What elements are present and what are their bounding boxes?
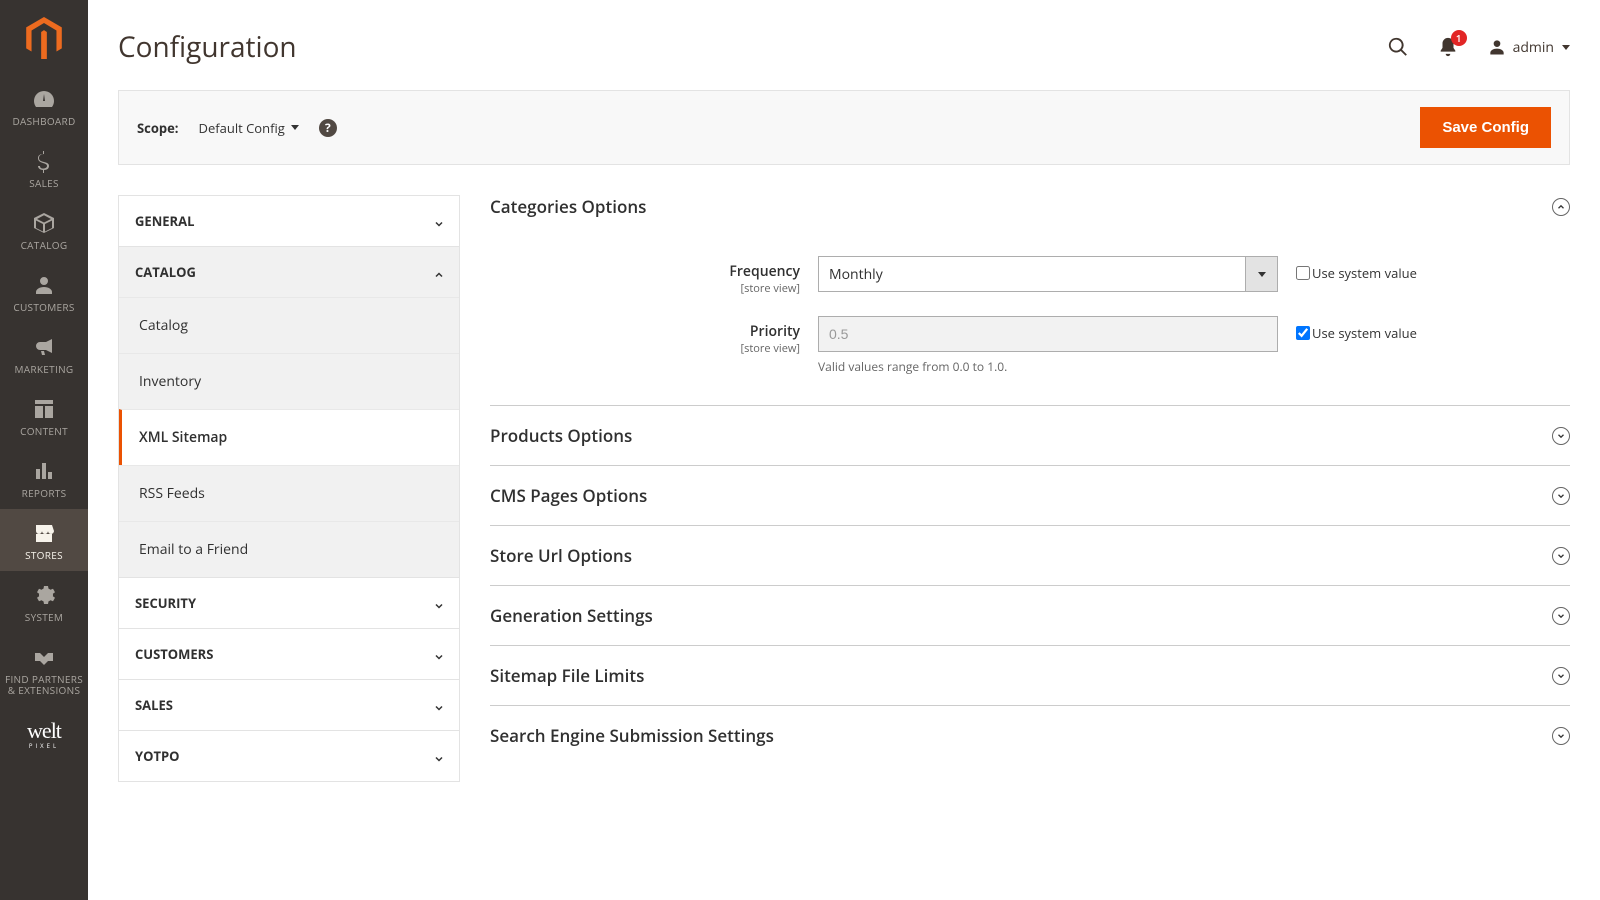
section-store-url-options[interactable]: Store Url Options — [490, 526, 1570, 586]
config-item-xml-sitemap[interactable]: XML Sitemap — [119, 409, 459, 465]
config-group-customers[interactable]: CUSTOMERS — [119, 628, 459, 679]
expand-down-icon — [1552, 547, 1570, 565]
nav-marketing[interactable]: MARKETING — [0, 323, 88, 385]
page-header: Configuration 1 admin — [88, 0, 1600, 66]
frequency-select[interactable]: Monthly — [818, 256, 1278, 292]
expand-down-icon — [1552, 487, 1570, 505]
priority-use-system-checkbox[interactable] — [1296, 326, 1310, 340]
section-search-engine-submission[interactable]: Search Engine Submission Settings — [490, 706, 1570, 765]
config-nav: GENERAL CATALOG Catalog Inventory XML Si… — [118, 195, 460, 782]
chevron-down-icon — [433, 700, 443, 710]
chevron-up-icon — [433, 267, 443, 277]
dollar-icon — [32, 147, 56, 175]
weltpixel-logo[interactable]: welt PIXEL — [0, 706, 88, 762]
config-group-general[interactable]: GENERAL — [119, 196, 459, 246]
collapse-up-icon — [1552, 198, 1570, 216]
config-item-email-friend[interactable]: Email to a Friend — [119, 521, 459, 577]
handshake-icon — [32, 643, 56, 671]
config-group-sales[interactable]: SALES — [119, 679, 459, 730]
header-actions: 1 admin — [1387, 36, 1570, 58]
nav-content[interactable]: CONTENT — [0, 385, 88, 447]
scope-dropdown[interactable]: Default Config — [199, 119, 299, 137]
toolbar: Scope: Default Config ? Save Config — [118, 90, 1570, 165]
frequency-use-system[interactable]: Use system value — [1296, 256, 1417, 282]
config-group-yotpo[interactable]: YOTPO — [119, 730, 459, 781]
gear-icon — [32, 581, 56, 609]
bar-chart-icon — [32, 457, 56, 485]
notification-badge: 1 — [1451, 30, 1467, 46]
scope-selector: Scope: Default Config ? — [137, 119, 337, 137]
nav-sales[interactable]: SALES — [0, 137, 88, 199]
config-item-rss-feeds[interactable]: RSS Feeds — [119, 465, 459, 521]
caret-down-icon — [1562, 45, 1570, 50]
config-content: GENERAL CATALOG Catalog Inventory XML Si… — [118, 195, 1570, 782]
chevron-down-icon — [433, 751, 443, 761]
section-generation-settings[interactable]: Generation Settings — [490, 586, 1570, 646]
section-sitemap-file-limits[interactable]: Sitemap File Limits — [490, 646, 1570, 706]
help-tooltip[interactable]: ? — [319, 119, 337, 137]
nav-partners[interactable]: FIND PARTNERS & EXTENSIONS — [0, 633, 88, 706]
priority-input[interactable] — [818, 316, 1278, 352]
person-icon — [32, 271, 56, 299]
search-button[interactable] — [1387, 36, 1409, 58]
search-icon — [1387, 36, 1409, 58]
notifications-button[interactable]: 1 — [1437, 36, 1459, 58]
caret-down-icon — [291, 125, 299, 130]
frequency-scope: [store view] — [490, 281, 800, 296]
field-frequency: Frequency [store view] Monthly Use syste… — [490, 256, 1570, 296]
config-item-inventory[interactable]: Inventory — [119, 353, 459, 409]
nav-dashboard[interactable]: DASHBOARD — [0, 75, 88, 137]
priority-note: Valid values range from 0.0 to 1.0. — [818, 358, 1278, 375]
section-categories-options[interactable]: Categories Options — [490, 195, 1570, 236]
chevron-down-icon — [433, 216, 443, 226]
priority-scope: [store view] — [490, 341, 800, 356]
expand-down-icon — [1552, 727, 1570, 745]
frequency-label: Frequency — [490, 262, 800, 281]
expand-down-icon — [1552, 607, 1570, 625]
scope-label: Scope: — [137, 119, 179, 137]
nav-catalog[interactable]: CATALOG — [0, 199, 88, 261]
page-title: Configuration — [118, 28, 297, 66]
store-icon — [32, 519, 56, 547]
admin-sidebar: DASHBOARD SALES CATALOG CUSTOMERS MARKET… — [0, 0, 88, 900]
settings-panel: Categories Options Frequency [store view… — [490, 195, 1570, 782]
section-products-options[interactable]: Products Options — [490, 406, 1570, 466]
config-item-catalog[interactable]: Catalog — [119, 297, 459, 353]
nav-customers[interactable]: CUSTOMERS — [0, 261, 88, 323]
config-group-catalog[interactable]: CATALOG — [119, 246, 459, 297]
chevron-down-icon — [433, 649, 443, 659]
layout-icon — [32, 395, 56, 423]
expand-down-icon — [1552, 427, 1570, 445]
nav-reports[interactable]: REPORTS — [0, 447, 88, 509]
priority-label: Priority — [490, 322, 800, 341]
user-name: admin — [1513, 38, 1554, 57]
gauge-icon — [32, 85, 56, 113]
magento-logo[interactable] — [0, 0, 88, 75]
chevron-down-icon — [433, 598, 443, 608]
save-config-button[interactable]: Save Config — [1420, 107, 1551, 148]
nav-system[interactable]: SYSTEM — [0, 571, 88, 633]
main-content: Configuration 1 admin Scope: Default Con… — [88, 0, 1600, 900]
nav-stores[interactable]: STORES — [0, 509, 88, 571]
frequency-use-system-checkbox[interactable] — [1296, 266, 1310, 280]
user-menu[interactable]: admin — [1487, 37, 1570, 57]
section-cms-pages-options[interactable]: CMS Pages Options — [490, 466, 1570, 526]
priority-use-system[interactable]: Use system value — [1296, 316, 1417, 342]
megaphone-icon — [32, 333, 56, 361]
expand-down-icon — [1552, 667, 1570, 685]
user-icon — [1487, 37, 1507, 57]
config-group-security[interactable]: SECURITY — [119, 577, 459, 628]
box-icon — [32, 209, 56, 237]
field-priority: Priority [store view] Valid values range… — [490, 316, 1570, 375]
select-arrow-icon — [1245, 257, 1277, 291]
